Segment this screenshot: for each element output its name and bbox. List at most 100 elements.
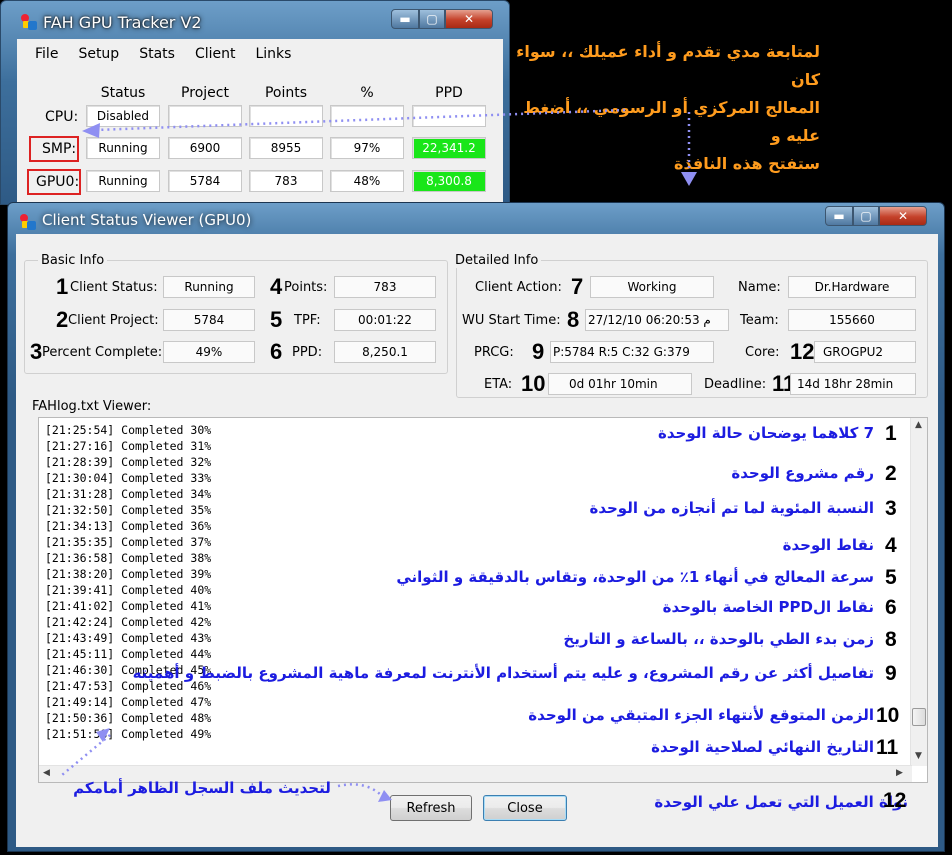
log-vertical-scrollbar[interactable]: ▲ ▼ — [910, 418, 927, 766]
log-line: [21:32:50] Completed 35% — [45, 503, 212, 517]
name-field: Dr.Hardware — [788, 276, 916, 298]
annotation-number: 3 — [885, 497, 897, 520]
tracker-window: FAH GPU Tracker V2 ▬ ▢ ✕ File Setup Stat… — [0, 0, 510, 206]
smp-status[interactable]: Running — [86, 137, 160, 159]
tpf-field: 00:01:22 — [334, 309, 436, 331]
annotation-refresh: لتحديث ملف السجل الظاهر أمامكم — [73, 779, 331, 797]
viewer-close-window-button[interactable]: ✕ — [879, 206, 927, 226]
log-line: [21:28:39] Completed 32% — [45, 455, 212, 469]
annotation-12-text: نواة العميل التي تعمل علي الوحدة — [654, 793, 908, 811]
log-line: [21:49:14] Completed 47% — [45, 695, 212, 709]
annotation-text: سرعة المعالج في أنهاء 1٪ من الوحدة، وتقا… — [396, 568, 874, 586]
marker-8: 8 — [567, 307, 580, 332]
marker-10: 10 — [521, 371, 546, 396]
log-lines: [21:25:54] Completed 30% [21:27:16] Compl… — [45, 422, 211, 742]
annotation-text: رقم مشروع الوحدة — [731, 464, 874, 482]
marker-12: 12 — [790, 339, 815, 364]
smp-project: 6900 — [168, 137, 242, 159]
eta-label: ETA: — [484, 377, 513, 392]
smp-percent: 97% — [330, 137, 404, 159]
menu-setup[interactable]: Setup — [78, 46, 119, 62]
annotation-text: 7 كلاهما يوضحان حالة الوحدة — [658, 424, 874, 442]
team-label: Team: — [740, 313, 779, 328]
cpu-percent — [330, 105, 404, 127]
row-label-cpu: CPU: — [45, 109, 79, 125]
marker-1: 1 — [56, 274, 69, 299]
deadline-label: Deadline: — [704, 377, 767, 392]
cpu-ppd — [412, 105, 486, 127]
deadline-field: 14d 18hr 28min — [790, 373, 916, 395]
team-field: 155660 — [788, 309, 916, 331]
maximize-button[interactable]: ▢ — [419, 9, 445, 29]
tracker-client-area: File Setup Stats Client Links Status Pro… — [17, 39, 503, 206]
scroll-thumb[interactable] — [912, 708, 926, 726]
menu-links[interactable]: Links — [255, 46, 291, 62]
scroll-down-icon[interactable]: ▼ — [915, 751, 922, 761]
cpu-status[interactable]: Disabled — [86, 105, 160, 127]
gpu0-status[interactable]: Running — [86, 170, 160, 192]
log-line: [21:51:58] Completed 49% — [45, 727, 212, 741]
annotation-text: نقاط الوحدة — [782, 536, 874, 554]
menu-file[interactable]: File — [35, 46, 58, 62]
refresh-button[interactable]: Refresh — [390, 795, 472, 821]
gpu0-percent: 48% — [330, 170, 404, 192]
col-ppd: PPD — [435, 85, 463, 101]
log-line: [21:25:54] Completed 30% — [45, 423, 212, 437]
scroll-up-icon[interactable]: ▲ — [915, 420, 922, 430]
log-line: [21:43:49] Completed 43% — [45, 631, 212, 645]
scroll-right-icon[interactable]: ▶ — [896, 768, 903, 778]
name-label: Name: — [738, 280, 781, 295]
detailed-info-title: Detailed Info — [452, 253, 542, 268]
scroll-left-icon[interactable]: ◀ — [43, 768, 50, 778]
prcg-field: P:5784 R:5 C:32 G:379 — [550, 341, 714, 363]
annotation-text: الزمن المتوقع لأنتهاء الجزء المتبقي من ا… — [528, 706, 874, 724]
viewer-app-icon — [20, 214, 36, 230]
log-line: [21:30:04] Completed 33% — [45, 471, 212, 485]
smp-ppd: 22,341.2 — [412, 137, 486, 159]
viewer-minimize-button[interactable]: ▬ — [825, 206, 853, 226]
marker-2: 2 — [56, 307, 69, 332]
log-line: [21:34:13] Completed 36% — [45, 519, 212, 533]
tracker-titlebar: FAH GPU Tracker V2 ▬ ▢ ✕ — [1, 1, 509, 39]
percent-complete-field: 49% — [163, 341, 255, 363]
log-line: [21:36:58] Completed 38% — [45, 551, 212, 565]
basic-info-title: Basic Info — [38, 253, 108, 268]
wu-start-label: WU Start Time: — [462, 313, 561, 328]
marker-6: 6 — [270, 339, 283, 364]
annotation-number: 6 — [885, 596, 897, 619]
viewer-maximize-button[interactable]: ▢ — [853, 206, 879, 226]
log-line: [21:41:02] Completed 41% — [45, 599, 212, 613]
ppd-label: PPD: — [292, 345, 323, 360]
client-action-label: Client Action: — [475, 280, 562, 295]
annotation-number: 10 — [876, 704, 900, 727]
tracker-title: FAH GPU Tracker V2 — [43, 13, 202, 32]
minimize-button[interactable]: ▬ — [391, 9, 419, 29]
annotation-number: 8 — [885, 628, 897, 651]
close-button[interactable]: Close — [483, 795, 567, 821]
marker-7: 7 — [571, 274, 584, 299]
wu-start-field: 27/12/10 06:20:53 م — [585, 309, 729, 331]
col-status: Status — [100, 85, 146, 101]
annotation-top-line-3: ستفتح هذه النافذة — [674, 154, 820, 173]
log-line: [21:42:24] Completed 42% — [45, 615, 212, 629]
menu-client[interactable]: Client — [195, 46, 236, 62]
close-window-button[interactable]: ✕ — [445, 9, 493, 29]
annotation-12-num: 12 — [883, 789, 907, 812]
annotation-top-line-1: لمتابعة مدي تقدم و أداء عميلك ،، سواء كا… — [516, 42, 820, 89]
client-status-label: Client Status: — [70, 280, 158, 295]
annotation-number: 1 — [885, 422, 897, 445]
cpu-points — [249, 105, 323, 127]
row-label-smp[interactable]: SMP: — [42, 141, 76, 157]
menu-stats[interactable]: Stats — [139, 46, 175, 62]
marker-9: 9 — [532, 339, 545, 364]
log-line: [21:38:20] Completed 39% — [45, 567, 212, 581]
annotation-text: التاريخ النهائي لصلاحية الوحدة — [651, 738, 874, 756]
marker-3: 3 — [30, 339, 43, 364]
core-field: GROGPU2 — [814, 341, 916, 363]
ppd-field: 8,250.1 — [334, 341, 436, 363]
row-label-gpu0[interactable]: GPU0: — [36, 174, 79, 190]
annotation-number: 2 — [885, 462, 897, 485]
log-viewer-title: FAHlog.txt Viewer: — [32, 399, 152, 414]
col-project: Project — [181, 85, 229, 101]
client-project-field: 5784 — [163, 309, 255, 331]
